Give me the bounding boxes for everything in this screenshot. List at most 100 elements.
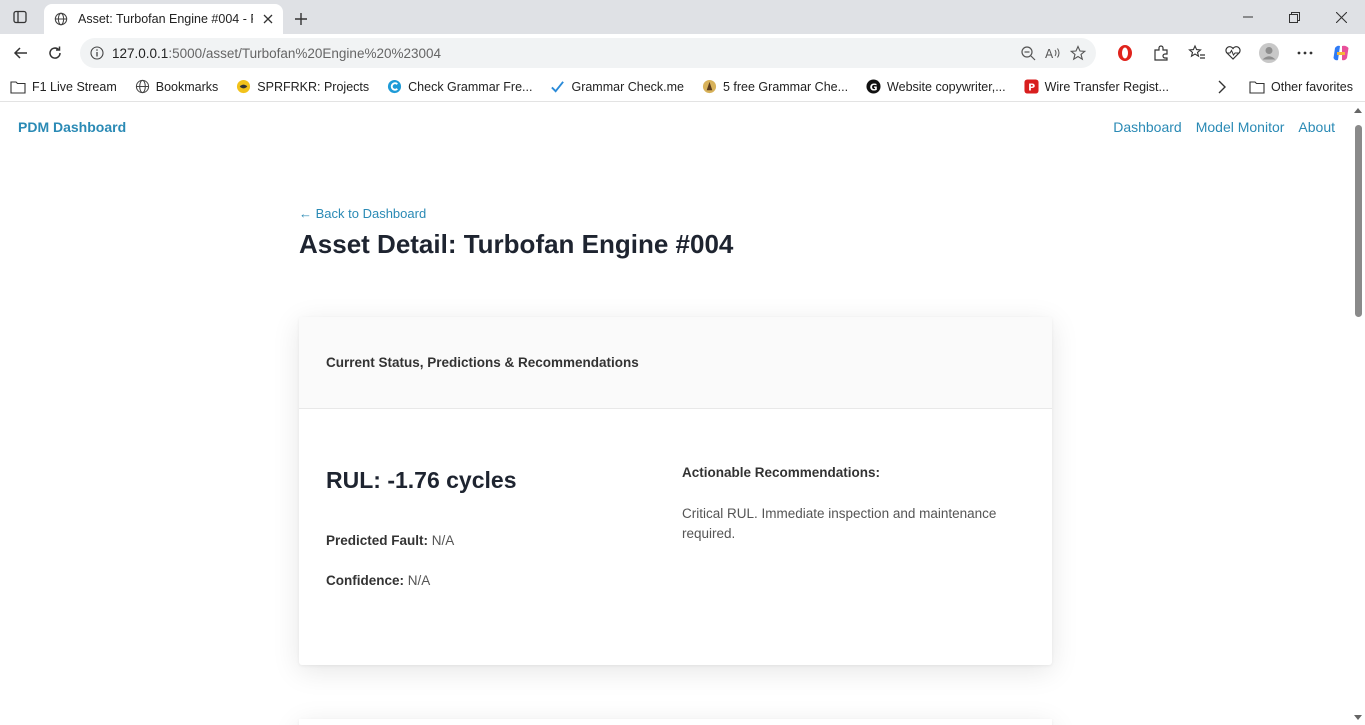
recommendations-title: Actionable Recommendations: — [682, 465, 881, 480]
predicted-fault-value: N/A — [431, 533, 455, 548]
bookmark-5-free-grammar[interactable]: 5 free Grammar Che... — [702, 79, 848, 94]
bookmark-f1-live-stream[interactable]: F1 Live Stream — [10, 80, 117, 94]
settings-more-button[interactable] — [1290, 38, 1320, 68]
tab-title: Asset: Turbofan Engine #004 - Pre — [78, 12, 253, 26]
svg-text:A: A — [1045, 47, 1054, 61]
active-tab[interactable]: Asset: Turbofan Engine #004 - Pre — [44, 4, 283, 34]
folder-icon — [10, 80, 26, 94]
rul-value: RUL: -1.76 cycles — [326, 467, 517, 493]
new-tab-button[interactable] — [285, 4, 317, 34]
brand-link[interactable]: PDM Dashboard — [18, 119, 126, 135]
svg-text:G: G — [870, 82, 878, 93]
bookmark-sprfrkr[interactable]: SPRFRKR: Projects — [236, 79, 369, 94]
bookmark-bookmarks[interactable]: Bookmarks — [135, 79, 219, 94]
nav-about[interactable]: About — [1298, 119, 1335, 135]
favorites-button[interactable] — [1182, 38, 1212, 68]
minimize-icon — [1242, 16, 1253, 18]
more-horizontal-icon — [1297, 51, 1313, 55]
bookmark-label: Wire Transfer Regist... — [1044, 79, 1169, 94]
tab-actions-button[interactable] — [0, 0, 40, 34]
bookmark-grammar-check-me[interactable]: Grammar Check.me — [550, 79, 684, 94]
other-favorites-label: Other favorites — [1271, 80, 1353, 94]
minimize-button[interactable] — [1224, 0, 1271, 34]
puzzle-icon — [1154, 45, 1168, 61]
app-navbar: PDM Dashboard Dashboard Model Monitor Ab… — [0, 103, 1365, 151]
read-aloud-icon[interactable]: A — [1044, 45, 1062, 61]
wizard-icon — [702, 79, 717, 94]
restore-button[interactable] — [1271, 0, 1318, 34]
chevron-right-icon[interactable] — [1217, 80, 1227, 94]
p-logo-icon: P — [1024, 79, 1039, 94]
opera-icon — [1118, 45, 1132, 61]
confidence-value: N/A — [407, 573, 431, 588]
reload-button[interactable] — [40, 38, 70, 68]
grammar-c-icon — [388, 79, 402, 94]
bookmark-label: 5 free Grammar Che... — [723, 79, 849, 94]
card-header: Current Status, Predictions & Recommenda… — [299, 317, 1052, 409]
status-card: Current Status, Predictions & Recommenda… — [299, 317, 1052, 665]
close-window-button[interactable] — [1318, 0, 1365, 34]
globe-icon — [54, 12, 68, 26]
restore-icon — [1289, 11, 1300, 23]
nav-model-monitor[interactable]: Model Monitor — [1196, 119, 1285, 135]
bookmark-website-copywriter[interactable]: G Website copywriter,... — [866, 79, 1006, 94]
g-logo-icon: G — [866, 79, 881, 94]
page-header: ← Back to Dashboard Asset Detail: Turbof… — [299, 206, 1052, 260]
bookmark-label: F1 Live Stream — [32, 79, 117, 94]
scroll-up-arrow[interactable] — [1351, 103, 1365, 117]
nav-links: Dashboard Model Monitor About — [1113, 119, 1335, 135]
browser-toolbar: 127.0.0.1:5000/asset/Turbofan%20Engine%2… — [0, 34, 1365, 72]
page-viewport: PDM Dashboard Dashboard Model Monitor Ab… — [0, 103, 1365, 725]
url-text[interactable]: 127.0.0.1:5000/asset/Turbofan%20Engine%2… — [112, 46, 1012, 61]
other-favorites-folder[interactable]: Other favorites — [1249, 80, 1353, 94]
close-icon — [1336, 11, 1347, 23]
info-icon[interactable] — [90, 46, 104, 60]
bookmark-label: Bookmarks — [155, 79, 219, 94]
bookmark-check-grammar[interactable]: Check Grammar Fre... — [387, 79, 532, 94]
back-to-dashboard-link[interactable]: ← Back to Dashboard — [299, 206, 1052, 221]
confidence-row: Confidence: N/A — [326, 573, 430, 588]
predicted-fault-label: Predicted Fault: — [326, 533, 429, 548]
extension-icons — [1110, 38, 1356, 68]
svg-text:P: P — [1028, 82, 1035, 93]
scroll-down-arrow[interactable] — [1351, 711, 1365, 725]
sidebar-toggle-icon — [13, 10, 27, 24]
browser-essentials-button[interactable] — [1218, 38, 1248, 68]
bookmark-label: SPRFRKR: Projects — [257, 79, 370, 94]
bookmarks-right: Other favorites — [1217, 72, 1353, 102]
profile-button[interactable] — [1254, 38, 1284, 68]
favorites-list-icon — [1188, 44, 1205, 59]
bookmark-label: Grammar Check.me — [571, 79, 684, 94]
nav-dashboard[interactable]: Dashboard — [1113, 119, 1182, 135]
caret-up-icon — [1354, 108, 1362, 113]
window-controls — [1224, 0, 1365, 34]
page-scrollbar[interactable] — [1351, 103, 1365, 725]
copilot-button[interactable] — [1326, 38, 1356, 68]
bookmarks-bar: F1 Live Stream Bookmarks SPRFRKR: Projec… — [0, 72, 1365, 102]
zoom-out-icon[interactable] — [1020, 45, 1036, 61]
sprfrkr-icon — [237, 79, 251, 94]
recommendations-text: Critical RUL. Immediate inspection and m… — [682, 506, 997, 541]
scroll-thumb[interactable] — [1355, 125, 1362, 317]
url-path: :5000/asset/Turbofan%20Engine%20%23004 — [168, 45, 442, 61]
card-body: RUL: -1.76 cycles Predicted Fault: N/A C… — [299, 409, 1052, 665]
checkmark-icon — [551, 81, 565, 93]
favorite-star-icon[interactable] — [1070, 45, 1086, 61]
bookmark-label: Check Grammar Fre... — [408, 79, 533, 94]
opera-extension-button[interactable] — [1110, 38, 1140, 68]
caret-down-icon — [1354, 715, 1362, 720]
reload-icon — [49, 46, 61, 59]
back-button[interactable] — [6, 38, 36, 68]
address-bar[interactable]: 127.0.0.1:5000/asset/Turbofan%20Engine%2… — [80, 38, 1096, 68]
heart-pulse-icon — [1225, 46, 1241, 60]
extensions-button[interactable] — [1146, 38, 1176, 68]
folder-icon — [1249, 81, 1265, 94]
copilot-icon — [1333, 45, 1349, 61]
bookmark-wire-transfer[interactable]: P Wire Transfer Regist... — [1024, 79, 1169, 94]
close-icon[interactable] — [263, 14, 273, 24]
arrow-left-icon — [13, 47, 27, 59]
plus-icon — [295, 13, 307, 25]
globe-icon — [135, 79, 149, 94]
url-host: 127.0.0.1 — [112, 45, 169, 61]
next-card — [299, 719, 1052, 725]
